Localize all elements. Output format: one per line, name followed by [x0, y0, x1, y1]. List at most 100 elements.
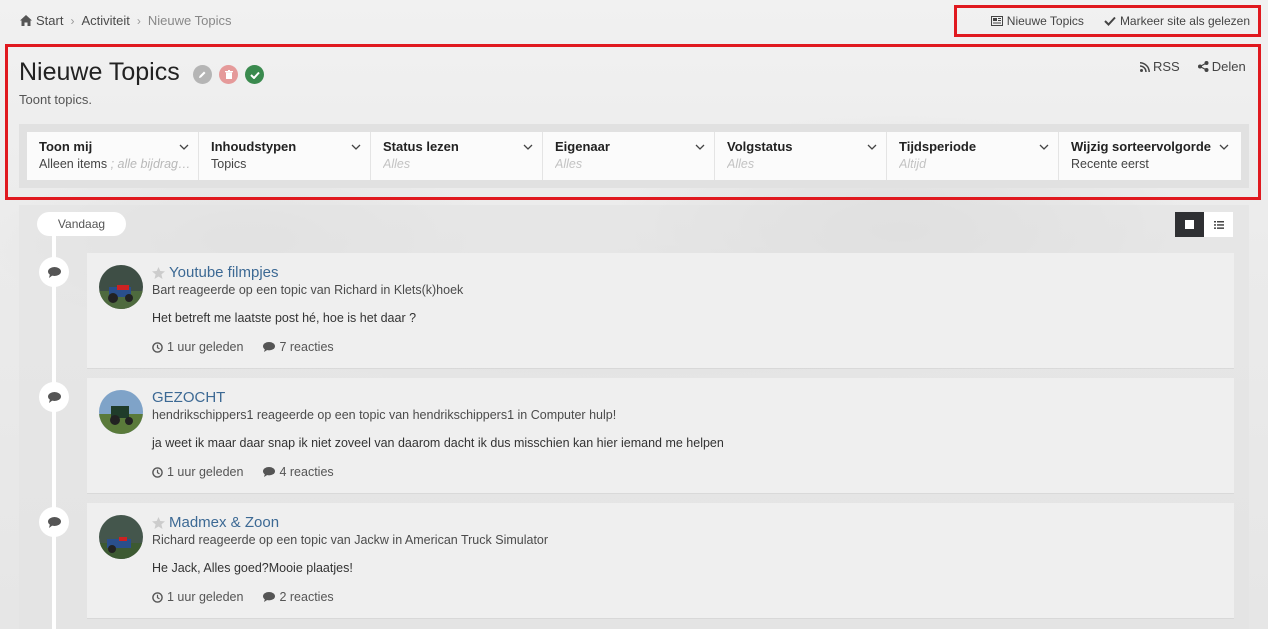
edit-button[interactable]	[193, 65, 212, 84]
top-actions-highlight: Nieuwe Topics Markeer site als gelezen	[954, 5, 1261, 37]
item-replies-link[interactable]: 4 reacties	[263, 465, 334, 479]
item-snippet: He Jack, Alles goed?Mooie plaatjes!	[152, 561, 353, 575]
star-icon	[152, 266, 165, 279]
rss-link[interactable]: RSS	[1140, 59, 1180, 74]
item-title-link[interactable]: GEZOCHT	[152, 389, 225, 406]
item-title: Madmex & Zoon	[169, 514, 280, 531]
filter-read-status[interactable]: Status lezen Alles	[371, 132, 543, 180]
item-replies-link[interactable]: 7 reacties	[263, 340, 334, 354]
filter-placeholder: Alles	[727, 157, 755, 171]
check-icon	[249, 71, 260, 79]
pencil-icon	[199, 71, 206, 78]
breadcrumb-item-current: Nieuwe Topics	[147, 13, 232, 28]
expanded-view-button[interactable]	[1175, 212, 1204, 237]
filter-label: Inhoudstypen	[211, 139, 297, 154]
chevron-right-icon: ›	[136, 13, 141, 28]
page-subtitle: Toont topics.	[19, 92, 92, 107]
day-label: Vandaag	[37, 212, 126, 236]
item-title-link[interactable]: Youtube filmpjes	[152, 264, 279, 281]
filter-bar: Toon mij Alleen items ; alle bijdrag… In…	[27, 132, 1241, 180]
timeline-node	[39, 257, 69, 287]
timeline-line	[52, 236, 56, 629]
chevron-down-icon	[523, 144, 533, 150]
filter-value: Recente eerst	[1071, 157, 1149, 171]
avatar[interactable]	[99, 515, 143, 559]
filter-sort-order[interactable]: Wijzig sorteervolgorde Recente eerst	[1059, 132, 1241, 180]
star-icon	[152, 516, 165, 529]
clock-icon	[152, 341, 163, 353]
timeline-node	[39, 382, 69, 412]
comment-icon	[263, 342, 276, 352]
condensed-view-button[interactable]	[1204, 212, 1233, 237]
check-icon	[1104, 16, 1116, 26]
filter-label: Status lezen	[383, 139, 459, 154]
filter-placeholder: Altijd	[899, 157, 927, 171]
delete-button[interactable]	[219, 65, 238, 84]
chevron-down-icon	[867, 144, 877, 150]
stream-item: Youtube filmpjes Bart reageerde op een t…	[87, 253, 1234, 368]
stream-item: Madmex & Zoon Richard reageerde op een t…	[87, 503, 1234, 618]
filter-label: Volgstatus	[727, 139, 793, 154]
item-snippet: Het betreft me laatste post hé, hoe is h…	[152, 311, 417, 325]
chevron-down-icon	[1219, 144, 1229, 150]
share-label: Delen	[1211, 59, 1246, 74]
filter-label: Toon mij	[39, 139, 93, 154]
mark-site-read-label: Markeer site als gelezen	[1119, 14, 1250, 28]
timeline-node	[39, 507, 69, 537]
chevron-right-icon: ›	[70, 13, 75, 28]
item-replies-link[interactable]: 2 reacties	[263, 590, 334, 604]
item-footer: 1 uur geleden 7 reacties	[152, 340, 354, 354]
top-bar: Start › Activiteit › Nieuwe Topics Nieuw…	[0, 0, 1268, 42]
chevron-down-icon	[695, 144, 705, 150]
newspaper-icon	[990, 16, 1003, 26]
list-icon	[1213, 220, 1224, 229]
header-links: RSS Delen	[1140, 59, 1246, 74]
item-time: 1 uur geleden	[152, 340, 243, 354]
mark-site-read-link[interactable]: Markeer site als gelezen	[1104, 14, 1250, 28]
filter-owner[interactable]: Eigenaar Alles	[543, 132, 715, 180]
filter-content-types[interactable]: Inhoudstypen Topics	[199, 132, 371, 180]
page-title: Nieuwe Topics	[19, 58, 180, 86]
new-topics-link[interactable]: Nieuwe Topics	[990, 14, 1084, 28]
filter-placeholder: Alles	[555, 157, 583, 171]
item-meta: Richard reageerde op een topic van Jackw…	[152, 533, 549, 547]
chevron-down-icon	[1039, 144, 1049, 150]
item-title: GEZOCHT	[152, 389, 226, 406]
approve-button[interactable]	[245, 65, 264, 84]
item-meta: hendrikschippers1 reageerde op een topic…	[152, 408, 617, 422]
square-icon	[1185, 220, 1194, 229]
breadcrumb-item-start[interactable]: Start	[20, 13, 63, 28]
filter-show-me[interactable]: Toon mij Alleen items ; alle bijdrag…	[27, 132, 199, 180]
filter-follow-status[interactable]: Volgstatus Alles	[715, 132, 887, 180]
comment-icon	[47, 516, 61, 528]
breadcrumb: Start › Activiteit › Nieuwe Topics	[20, 13, 231, 28]
chevron-down-icon	[179, 144, 189, 150]
filter-placeholder: Alles	[383, 157, 411, 171]
avatar[interactable]	[99, 390, 143, 434]
stream-item: GEZOCHT hendrikschippers1 reageerde op e…	[87, 378, 1234, 493]
comment-icon	[47, 391, 61, 403]
share-link[interactable]: Delen	[1197, 59, 1246, 74]
clock-icon	[152, 591, 163, 603]
trash-icon	[224, 70, 233, 79]
item-title-link[interactable]: Madmex & Zoon	[152, 514, 279, 531]
comment-icon	[263, 467, 276, 477]
view-mode-toggle	[1175, 212, 1233, 237]
comment-icon	[47, 266, 61, 278]
rss-icon	[1140, 61, 1150, 72]
avatar[interactable]	[99, 265, 143, 309]
home-icon	[20, 15, 32, 26]
item-footer: 1 uur geleden 4 reacties	[152, 465, 354, 479]
item-meta: Bart reageerde op een topic van Richard …	[152, 283, 464, 297]
filter-bar-wrapper: Toon mij Alleen items ; alle bijdrag… In…	[19, 124, 1249, 188]
filter-label: Wijzig sorteervolgorde	[1071, 139, 1212, 154]
moderation-tools	[193, 65, 271, 84]
filter-value: Alleen items ; alle bijdrag…	[39, 157, 190, 171]
breadcrumb-item-activiteit[interactable]: Activiteit	[81, 13, 129, 28]
item-time: 1 uur geleden	[152, 590, 243, 604]
comment-icon	[263, 592, 276, 602]
rss-label: RSS	[1153, 59, 1180, 74]
filter-value: Topics	[211, 157, 247, 171]
filter-label: Eigenaar	[555, 139, 610, 154]
filter-time-period[interactable]: Tijdsperiode Altijd	[887, 132, 1059, 180]
